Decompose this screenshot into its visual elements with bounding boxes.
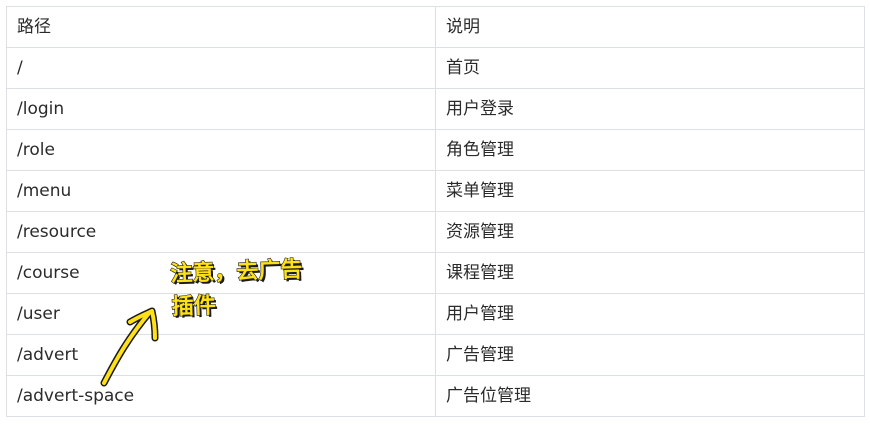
table-row: / 首页 [6, 47, 865, 89]
table-row: /role 角色管理 [6, 129, 865, 171]
path-cell: /role [6, 129, 436, 171]
description-cell: 课程管理 [435, 252, 865, 294]
annotation-line-1: 注意，去广告 [170, 257, 304, 288]
annotation-line-2: 插件 [171, 293, 217, 321]
table-row: /course 课程管理 [6, 252, 865, 294]
description-cell: 广告管理 [435, 334, 865, 376]
description-cell: 角色管理 [435, 129, 865, 171]
header-description: 说明 [435, 6, 865, 48]
path-cell: /login [6, 88, 436, 130]
path-cell: /resource [6, 211, 436, 253]
table-header-row: 路径 说明 [6, 6, 865, 48]
table-row: /advert-space 广告位管理 [6, 375, 865, 417]
table-row: /user 用户管理 [6, 293, 865, 335]
description-cell: 资源管理 [435, 211, 865, 253]
description-cell: 广告位管理 [435, 375, 865, 417]
handwritten-annotation: 注意，去广告 插件 [170, 253, 304, 324]
description-cell: 用户登录 [435, 88, 865, 130]
table-row: /login 用户登录 [6, 88, 865, 130]
path-cell: /advert-space [6, 375, 436, 417]
header-path: 路径 [6, 6, 436, 48]
path-cell: / [6, 47, 436, 89]
table-row: /menu 菜单管理 [6, 170, 865, 212]
table-row: /resource 资源管理 [6, 211, 865, 253]
routes-table: 路径 说明 / 首页 /login 用户登录 /role 角色管理 /menu … [6, 6, 865, 417]
description-cell: 首页 [435, 47, 865, 89]
path-cell: /menu [6, 170, 436, 212]
table-row: /advert 广告管理 [6, 334, 865, 376]
description-cell: 菜单管理 [435, 170, 865, 212]
description-cell: 用户管理 [435, 293, 865, 335]
path-cell: /advert [6, 334, 436, 376]
